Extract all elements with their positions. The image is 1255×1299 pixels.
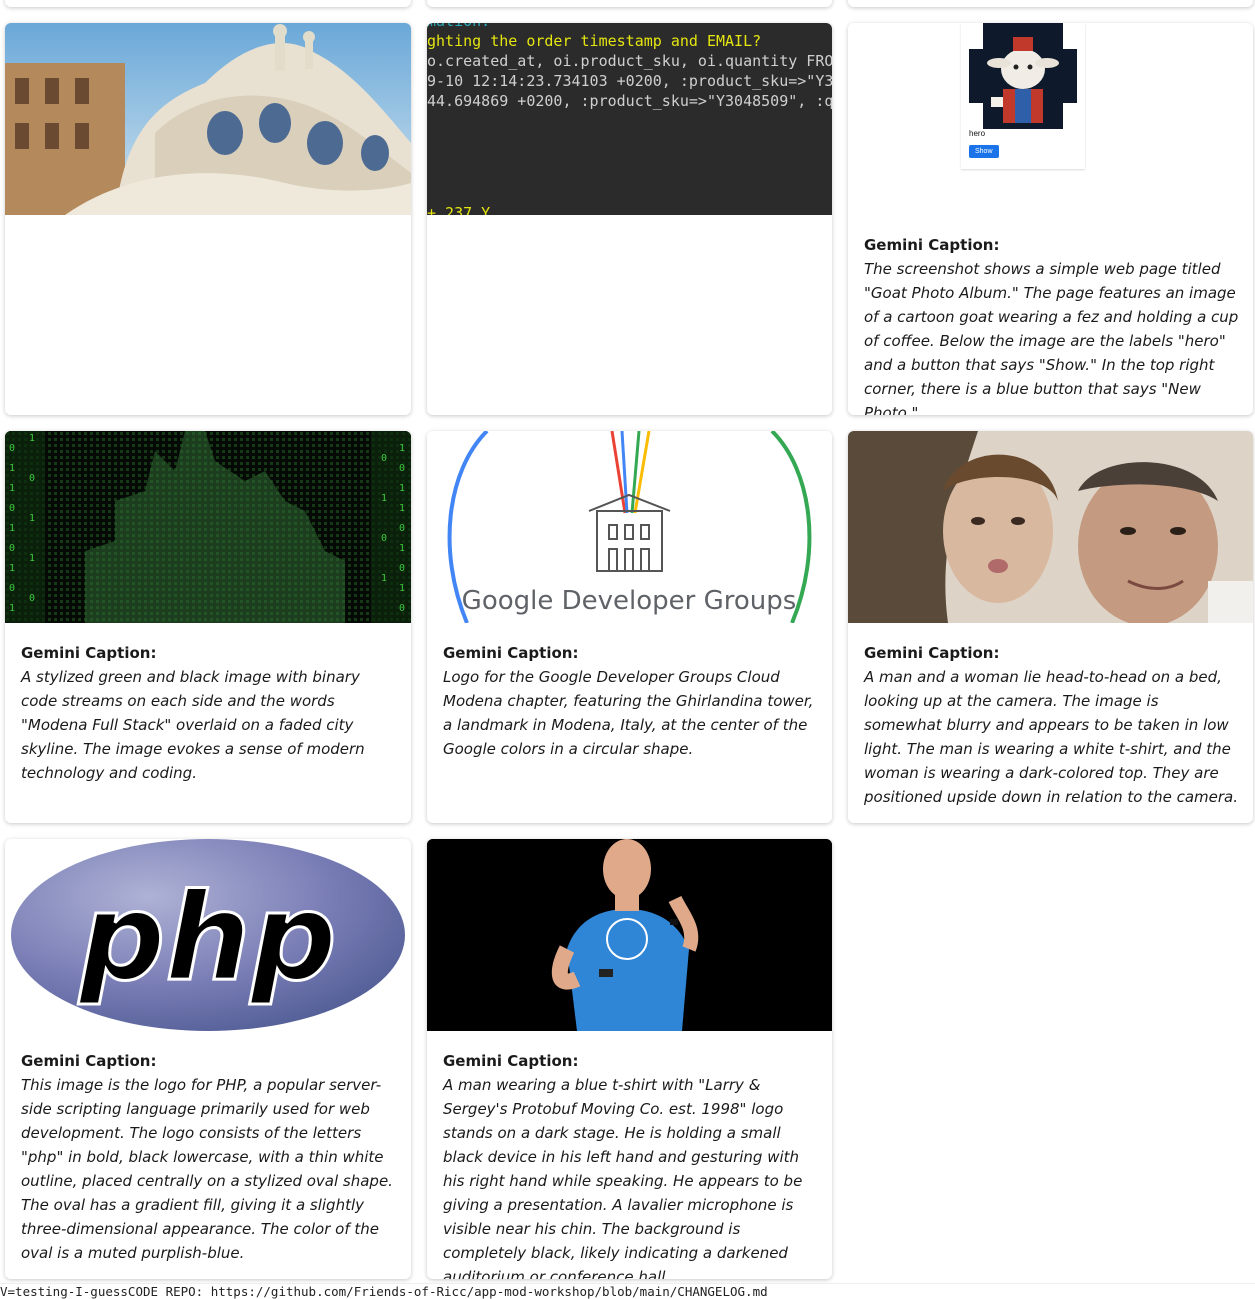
- caption-title: Gemini Caption:: [21, 644, 157, 662]
- caption-block: Gemini Caption: A stylized green and bla…: [21, 641, 397, 785]
- caption-text: A man and a woman lie head-to-head on a …: [864, 668, 1239, 806]
- svg-text:0: 0: [9, 583, 15, 594]
- svg-text:0: 0: [381, 533, 387, 544]
- svg-text:0: 0: [399, 603, 405, 614]
- svg-text:0: 0: [29, 473, 35, 484]
- svg-text:1: 1: [9, 523, 15, 534]
- svg-text:0: 0: [399, 463, 405, 474]
- svg-text:0: 0: [9, 443, 15, 454]
- photo-card[interactable]: php Gemini Caption: This image is the lo…: [5, 839, 411, 1279]
- svg-text:0: 0: [399, 523, 405, 534]
- gaudi-building-photo[interactable]: [5, 23, 411, 215]
- photo-card[interactable]: mation: ghting the order timestamp and E…: [427, 23, 832, 415]
- svg-text:1: 1: [381, 573, 387, 584]
- photo-card[interactable]: Google Developer Groups Gemini Caption: …: [427, 431, 832, 823]
- terminal-line: ghting the order timestamp and EMAIL?: [427, 32, 762, 50]
- svg-text:1: 1: [29, 513, 35, 524]
- goat-photo-album-screenshot[interactable]: hero Show: [848, 23, 1253, 215]
- inner-album-card: hero Show: [961, 23, 1085, 169]
- card-partial-top-1: [5, 0, 411, 7]
- caption-block: Gemini Caption: The screenshot shows a s…: [864, 233, 1239, 415]
- svg-text:0: 0: [399, 563, 405, 574]
- caption-text: A man wearing a blue t-shirt with "Larry…: [443, 1076, 803, 1279]
- inner-show-button: Show: [969, 145, 999, 158]
- photo-card[interactable]: [5, 23, 411, 415]
- gdg-logo-text: Google Developer Groups: [462, 586, 797, 616]
- svg-text:1: 1: [9, 483, 15, 494]
- php-logo[interactable]: php: [5, 839, 411, 1031]
- svg-text:1: 1: [29, 553, 35, 564]
- caption-title: Gemini Caption:: [864, 644, 1000, 662]
- svg-text:1: 1: [399, 583, 405, 594]
- terminal-screenshot[interactable]: mation: ghting the order timestamp and E…: [427, 23, 832, 215]
- caption-title: Gemini Caption:: [443, 1052, 579, 1070]
- card-partial-top-2: [427, 0, 832, 7]
- speaker-on-stage-photo[interactable]: [427, 839, 832, 1031]
- terminal-line: + 237 Y...: [427, 204, 527, 215]
- svg-text:1: 1: [9, 603, 15, 614]
- php-logo-text: php: [77, 869, 336, 1008]
- caption-title: Gemini Caption:: [864, 236, 1000, 254]
- svg-text:1: 1: [9, 563, 15, 574]
- caption-block: Gemini Caption: Logo for the Google Deve…: [443, 641, 818, 761]
- svg-text:0: 0: [9, 503, 15, 514]
- photo-card[interactable]: hero Show Gemini Caption: The screenshot…: [848, 23, 1253, 415]
- caption-block: Gemini Caption: A man and a woman lie he…: [864, 641, 1239, 809]
- terminal-line: mation:: [427, 23, 490, 31]
- svg-text:1: 1: [399, 443, 405, 454]
- photo-card[interactable]: Gemini Caption: A man wearing a blue t-s…: [427, 839, 832, 1279]
- svg-text:1: 1: [399, 503, 405, 514]
- photo-card[interactable]: 0 1 1 0 1 0 1 0 1 1 0 1 1 0 1 0 1 1 0 1 0 1 0 0 1 0 1 Gemini Ca…: [5, 431, 411, 823]
- gdg-modena-logo[interactable]: Google Developer Groups: [427, 431, 832, 623]
- svg-text:1: 1: [381, 493, 387, 504]
- svg-text:1: 1: [9, 463, 15, 474]
- inner-hero-label: hero: [969, 129, 986, 138]
- photo-card[interactable]: Gemini Caption: A man and a woman lie he…: [848, 431, 1253, 823]
- caption-block: Gemini Caption: This image is the logo f…: [21, 1049, 397, 1265]
- caption-block: Gemini Caption: A man wearing a blue t-s…: [443, 1049, 818, 1279]
- card-partial-top-3: [848, 0, 1253, 7]
- caption-text: Logo for the Google Developer Groups Clo…: [443, 668, 814, 758]
- caption-title: Gemini Caption:: [443, 644, 579, 662]
- terminal-line: o.created_at, oi.product_sku, oi.quantit…: [427, 52, 832, 70]
- svg-text:0: 0: [381, 453, 387, 464]
- caption-text: A stylized green and black image with bi…: [21, 668, 365, 782]
- caption-title: Gemini Caption:: [21, 1052, 157, 1070]
- terminal-line: 44.694869 +0200, :product_sku=>"Y3048509…: [427, 92, 832, 110]
- svg-text:1: 1: [29, 433, 35, 444]
- goat-icon: [969, 23, 1077, 129]
- couple-selfie-photo[interactable]: [848, 431, 1253, 623]
- footer-repo-line: V=testing-I-guessCODE REPO: https://gith…: [0, 1283, 1255, 1299]
- matrix-code-city-image[interactable]: 0 1 1 0 1 0 1 0 1 1 0 1 1 0 1 0 1 1 0 1 0 1 0 0 1 0 1: [5, 431, 411, 623]
- svg-text:0: 0: [9, 543, 15, 554]
- photo-grid: mation: ghting the order timestamp and E…: [0, 0, 1255, 1299]
- svg-text:1: 1: [399, 483, 405, 494]
- svg-text:1: 1: [399, 543, 405, 554]
- terminal-line: 9-10 12:14:23.734103 +0200, :product_sku…: [427, 72, 832, 90]
- svg-text:0: 0: [29, 593, 35, 604]
- caption-text: The screenshot shows a simple web page t…: [864, 260, 1239, 415]
- caption-text: This image is the logo for PHP, a popula…: [21, 1076, 393, 1262]
